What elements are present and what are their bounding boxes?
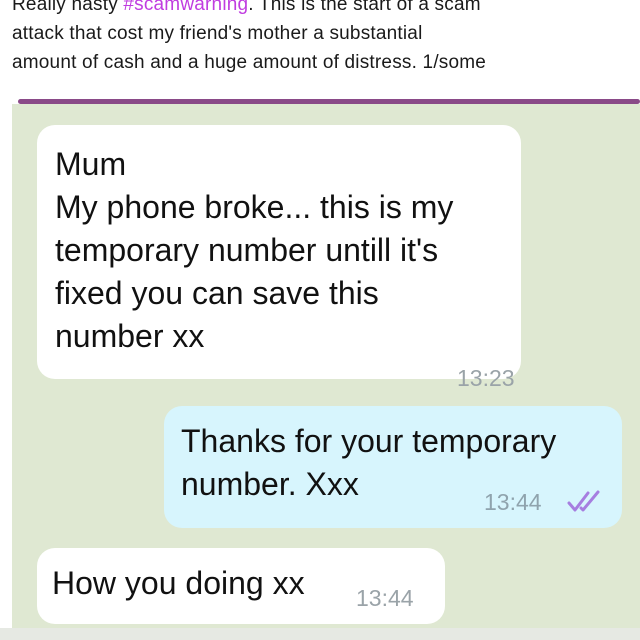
tweet-line-2: attack that cost my friend's mother a su… — [12, 23, 423, 44]
message-time: 13:23 — [457, 365, 515, 391]
message-time: 13:44 — [356, 585, 414, 611]
screenshot: Really nasty #scamwarning. This is the s… — [0, 0, 640, 640]
bottom-edge — [0, 628, 640, 640]
message-text: Mum My phone broke... this is my tempora… — [55, 143, 453, 358]
message-line: fixed you can save this — [55, 275, 379, 311]
tweet-text: Really nasty #scamwarning. This is the s… — [12, 0, 640, 77]
message-line: My phone broke... this is my — [55, 189, 454, 225]
hashtag-link[interactable]: #scamwarning — [123, 0, 248, 15]
tweet-line-1: Really nasty #scamwarning. This is the s… — [12, 0, 640, 19]
tweet-line-1-prefix: Really nasty — [12, 0, 124, 15]
incoming-message-bubble: Mum My phone broke... this is my tempora… — [37, 125, 521, 391]
message-line: How you doing xx — [52, 565, 305, 601]
tweet-line-3: amount of cash and a huge amount of dist… — [12, 52, 487, 73]
outgoing-message-bubble: Thanks for your temporary number. Xxx 13… — [164, 406, 622, 528]
chat-screenshot: Mum My phone broke... this is my tempora… — [12, 104, 640, 628]
message-sender: Mum — [55, 146, 127, 182]
double-check-read-icon — [567, 490, 600, 512]
message-time: 13:44 — [484, 489, 542, 515]
incoming-message-bubble: How you doing xx 13:44 — [37, 548, 445, 624]
message-line: Thanks for your temporary — [181, 423, 557, 459]
message-line: temporary number untill it's — [55, 232, 439, 268]
tweet-line-1-suffix: . This is the start of a scam — [248, 0, 481, 15]
message-text: How you doing xx — [52, 562, 305, 605]
message-line: number xx — [55, 318, 205, 354]
